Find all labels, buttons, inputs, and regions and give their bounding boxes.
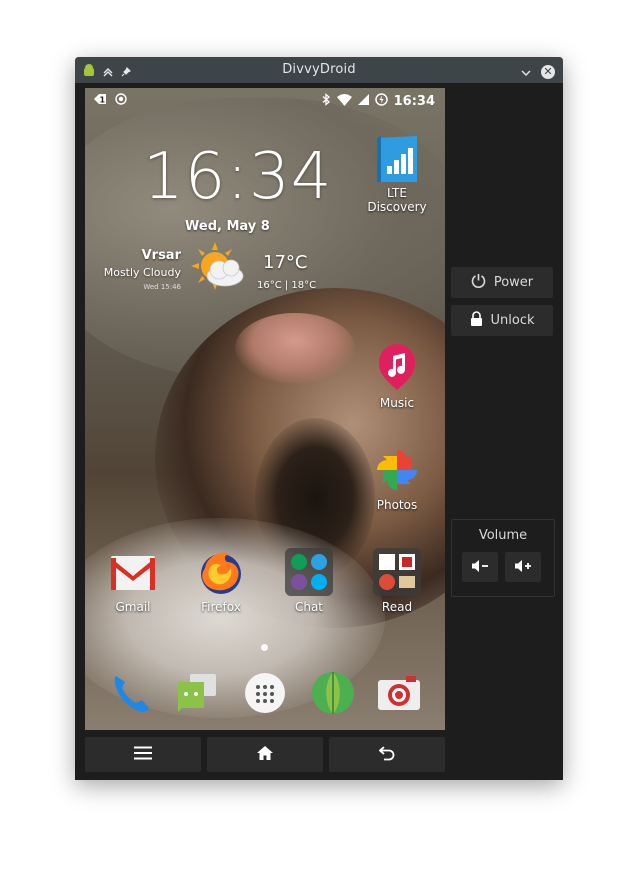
app-label: Music	[379, 396, 415, 410]
lte-discovery-icon	[373, 134, 421, 182]
power-label: Power	[493, 275, 534, 290]
unlock-button[interactable]: Unlock	[451, 305, 553, 336]
back-arrow-icon	[378, 745, 395, 765]
chat-folder-icon	[285, 548, 333, 596]
volume-down-icon	[471, 558, 489, 577]
messages-icon	[174, 670, 220, 716]
volume-panel: Volume	[451, 519, 555, 597]
home-button[interactable]	[207, 737, 323, 772]
app-label: Chat	[294, 600, 324, 614]
page-indicator	[261, 644, 268, 651]
volume-down-button[interactable]	[462, 552, 498, 582]
home-icon	[256, 745, 274, 765]
record-icon	[115, 93, 127, 109]
signal-icon	[357, 94, 369, 109]
lock-icon	[470, 311, 483, 330]
android-nav-bar	[85, 737, 445, 772]
melon-icon	[310, 670, 356, 716]
notification-badge-icon: 1	[93, 93, 107, 109]
app-lte-discovery[interactable]: LTE Discovery	[357, 134, 437, 214]
device-screen[interactable]: 1 16:34 16:34 Wed, May 8 Vrsar Mostly Cl…	[85, 88, 445, 730]
app-label: Firefox	[201, 600, 241, 614]
status-time: 16:34	[393, 94, 435, 109]
app-gmail[interactable]: Gmail	[93, 548, 173, 614]
weather-condition: Mostly Cloudy	[103, 266, 181, 279]
wallpaper-dog-ear	[235, 313, 355, 383]
clock-widget-date: Wed, May 8	[185, 219, 270, 234]
power-icon	[471, 273, 486, 292]
volume-up-button[interactable]	[505, 552, 541, 582]
firefox-icon	[197, 548, 245, 596]
app-label: Read	[381, 600, 413, 614]
back-button[interactable]	[329, 737, 445, 772]
gmail-icon	[109, 548, 157, 596]
read-folder-icon	[373, 548, 421, 596]
title-bar: DivvyDroid ✕	[75, 57, 563, 83]
app-photos[interactable]: Photos	[357, 446, 437, 512]
app-firefox[interactable]: Firefox	[181, 548, 261, 614]
power-button[interactable]: Power	[451, 267, 553, 298]
unlock-label: Unlock	[490, 313, 535, 328]
clock-widget-time[interactable]: 16:34	[143, 140, 332, 214]
wifi-icon	[336, 93, 352, 110]
camera-icon	[376, 670, 422, 716]
app-folder-read[interactable]: Read	[357, 548, 437, 614]
svg-text:1: 1	[100, 96, 106, 105]
app-label: LTE Discovery	[367, 186, 427, 214]
phone-icon	[108, 670, 154, 716]
close-icon[interactable]: ✕	[541, 64, 555, 79]
google-photos-icon	[373, 446, 421, 494]
chevron-down-icon[interactable]	[521, 62, 531, 81]
status-bar: 1 16:34	[85, 88, 445, 114]
menu-button[interactable]	[85, 737, 201, 772]
weather-city: Vrsar	[141, 248, 181, 263]
battery-charging-icon	[374, 93, 388, 110]
weather-temperature: 17°C	[263, 252, 308, 273]
bluetooth-icon	[321, 93, 331, 110]
app-label: Gmail	[115, 600, 151, 614]
window-title: DivvyDroid	[282, 62, 356, 77]
partly-cloudy-icon[interactable]	[189, 240, 249, 296]
hamburger-icon	[134, 745, 152, 764]
app-drawer-icon	[242, 670, 288, 716]
divvydroid-window: DivvyDroid ✕ 1 16:34 16:34 Wed, May 8 Vr…	[75, 57, 563, 780]
app-label: Photos	[376, 498, 418, 512]
app-music[interactable]: Music	[357, 344, 437, 410]
weather-range: 16°C | 18°C	[257, 280, 317, 291]
dock-camera[interactable]	[359, 670, 439, 720]
music-icon	[373, 344, 421, 392]
app-folder-chat[interactable]: Chat	[269, 548, 349, 614]
weather-updated: Wed 15:46	[143, 283, 181, 291]
volume-label: Volume	[478, 528, 528, 543]
volume-up-icon	[514, 558, 532, 577]
